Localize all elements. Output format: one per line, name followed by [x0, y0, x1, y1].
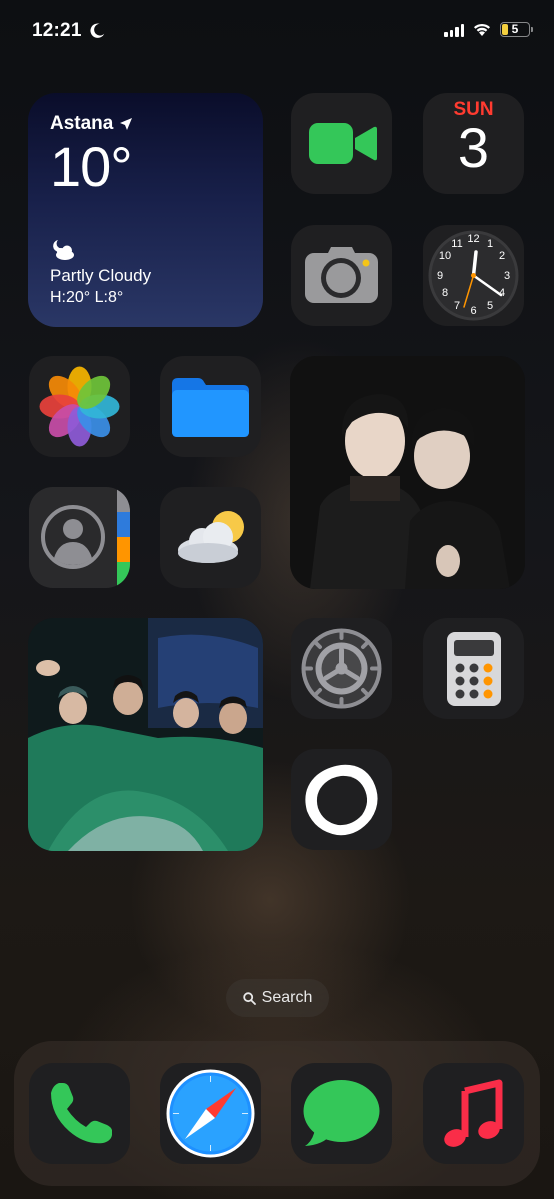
cellular-signal-icon — [444, 23, 464, 37]
photo-group-in-car — [28, 618, 263, 851]
photo-two-people — [290, 356, 525, 589]
facetime-icon — [309, 123, 377, 164]
photos-app[interactable] — [29, 356, 130, 457]
dock-messages-app[interactable] — [291, 1063, 392, 1164]
magnifier-icon — [242, 991, 256, 1005]
moon-icon — [90, 23, 105, 38]
clock-number-10: 10 — [439, 250, 451, 262]
calendar-app[interactable]: SUN 3 — [423, 93, 524, 194]
location-arrow-icon — [120, 118, 133, 130]
camera-icon — [305, 247, 378, 303]
weather-condition: Partly Cloudy — [50, 266, 152, 285]
safari-compass-icon — [166, 1069, 255, 1158]
calendar-date: 3 — [457, 116, 490, 179]
clock-number-9: 9 — [437, 270, 443, 282]
partly-cloudy-night-icon — [53, 240, 74, 260]
clock-number-7: 7 — [454, 300, 460, 312]
weather-city: Astana — [50, 113, 114, 134]
files-app[interactable] — [160, 356, 261, 457]
photos-flower-icon — [39, 366, 120, 447]
dock-phone-app[interactable] — [29, 1063, 130, 1164]
music-note-icon — [444, 1079, 503, 1147]
messages-bubble-icon — [303, 1080, 380, 1146]
battery-level: 5 — [511, 22, 519, 36]
wifi-icon — [474, 23, 490, 36]
weather-app[interactable] — [160, 487, 261, 588]
clock-app[interactable]: 12 1 2 3 4 5 6 7 8 9 10 11 — [423, 225, 524, 326]
clock-number-2: 2 — [499, 250, 505, 262]
clock-number-11: 11 — [451, 238, 462, 250]
status-indicators: 5 — [444, 22, 533, 37]
clock-number-5: 5 — [487, 300, 493, 312]
gear-icon — [301, 628, 382, 709]
ring-app[interactable] — [291, 749, 392, 850]
folder-icon — [172, 378, 249, 437]
clock-number-12: 12 — [467, 233, 479, 245]
weather-location: Astana — [50, 113, 241, 135]
calculator-icon — [447, 632, 501, 706]
clock-number-8: 8 — [442, 287, 448, 299]
battery-icon: 5 — [500, 22, 533, 37]
settings-app[interactable] — [291, 618, 392, 719]
dock-safari-app[interactable] — [160, 1063, 261, 1164]
photo-widget-group[interactable] — [28, 618, 263, 851]
contacts-app[interactable] — [29, 487, 130, 588]
camera-app[interactable] — [291, 225, 392, 326]
search-button[interactable]: Search — [226, 979, 329, 1017]
clock-icon: 12 1 2 3 4 5 6 7 8 9 10 11 — [428, 230, 519, 321]
weather-high-low: H:20° L:8° — [50, 289, 124, 306]
sun-behind-cloud-icon — [178, 511, 244, 563]
clock-number-6: 6 — [470, 305, 476, 317]
clock-number-3: 3 — [504, 270, 510, 282]
dock-music-app[interactable] — [423, 1063, 524, 1164]
facetime-app[interactable] — [291, 93, 392, 194]
clock-number-1: 1 — [487, 238, 493, 250]
search-label: Search — [261, 989, 313, 1006]
calculator-app[interactable] — [423, 618, 524, 719]
weather-widget[interactable]: Astana 10° Partly Cloudy H:20° L:8° — [28, 93, 263, 327]
phone-icon — [51, 1083, 112, 1144]
photo-widget-portrait[interactable] — [290, 356, 525, 589]
contacts-person-icon — [29, 487, 130, 588]
weather-temperature: 10° — [50, 135, 133, 198]
rounded-ring-icon — [305, 764, 378, 836]
status-time: 12:21 — [32, 20, 82, 41]
